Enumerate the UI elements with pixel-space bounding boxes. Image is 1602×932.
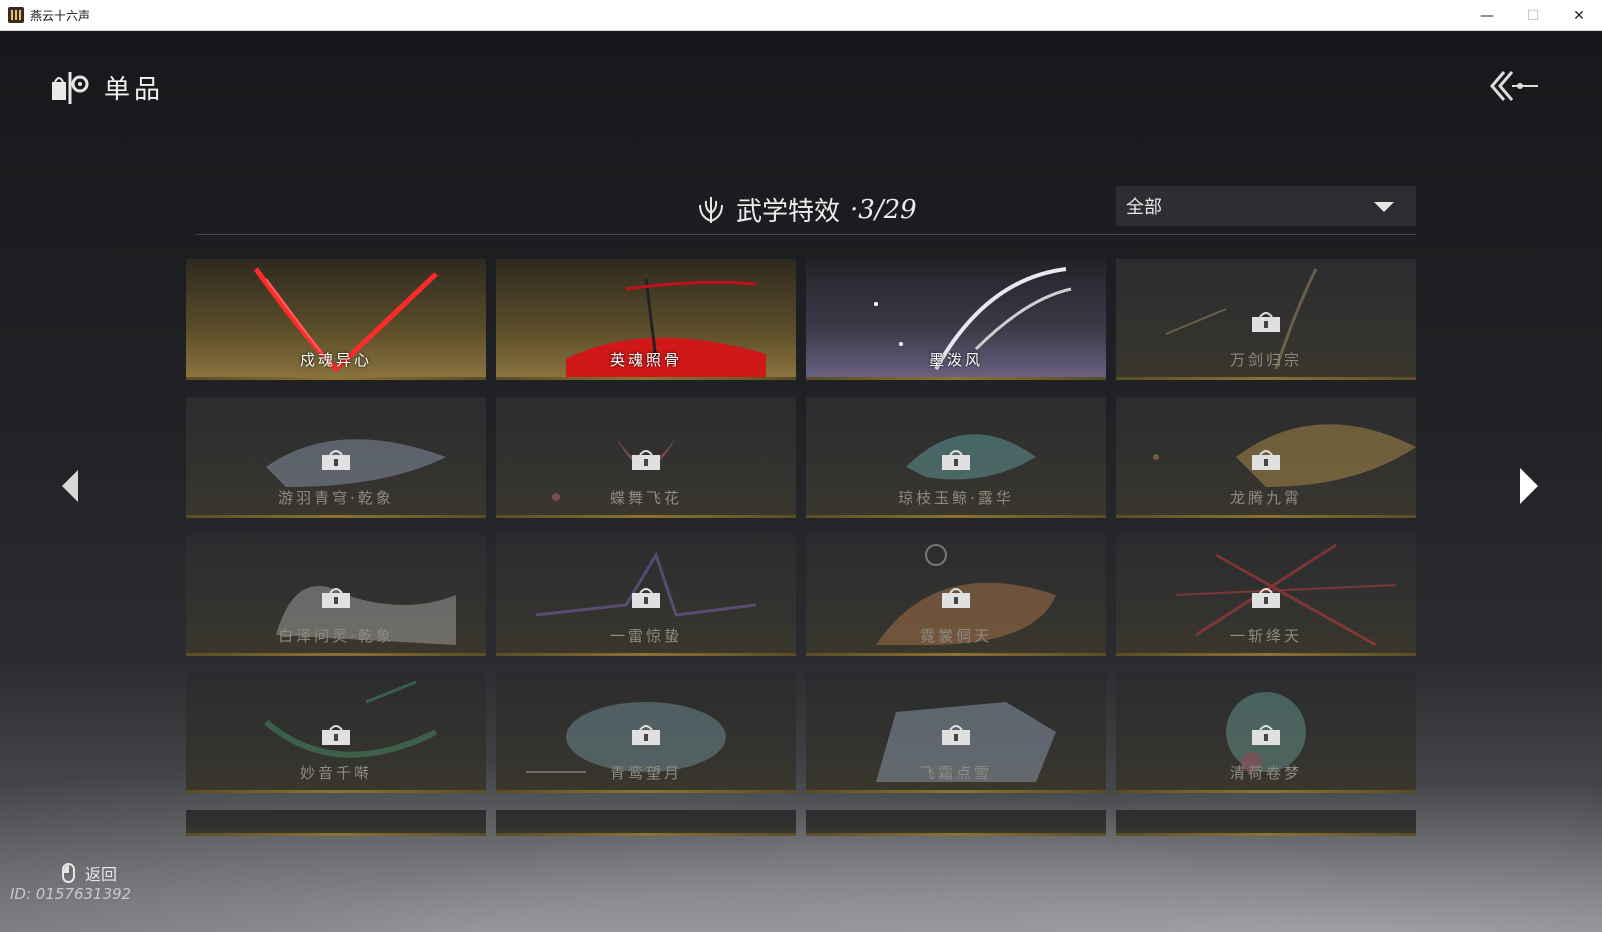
effects-grid: 戍魂异心 英魂照骨 墨泼风 万剑归宗游羽青穹·乾象 蝶舞飞花 琼枝玉鲸·露华 龙腾九霄白泽问… (186, 259, 1416, 843)
effect-card[interactable]: 戍魂异心 (186, 259, 486, 380)
effect-card[interactable]: 游羽青穹·乾象 (186, 396, 486, 518)
effect-name: 龙腾九霄 (1229, 488, 1302, 507)
effect-name: 琼枝玉鲸·露华 (898, 488, 1014, 507)
effect-name: 妙音千啭 (299, 764, 372, 783)
mouse-left-click-icon (62, 863, 75, 883)
effect-card-partial[interactable] (1116, 810, 1416, 837)
effect-card[interactable]: 霓裳侗天 (806, 534, 1106, 656)
effect-name: 霓裳侗天 (919, 626, 992, 645)
section-title: 武学特效 ·3/29 (696, 191, 917, 228)
filter-dropdown[interactable]: 全部 (1116, 186, 1416, 226)
item-shop-icon (52, 71, 89, 104)
effect-card[interactable]: 白泽问灵·乾象 (186, 534, 486, 656)
window-title: 燕云十六声 (30, 8, 91, 23)
effect-name: 清荷卷梦 (1229, 764, 1302, 783)
lock-icon (1252, 587, 1280, 608)
lock-icon (632, 587, 660, 608)
effect-card-partial[interactable] (806, 810, 1106, 837)
lock-icon (322, 725, 350, 746)
effect-card[interactable]: 青鸾望月 (496, 672, 796, 794)
effect-name: 游羽青穹·乾象 (278, 488, 394, 507)
lotus-emblem-icon (699, 196, 723, 223)
arrow-right-icon[interactable] (1516, 466, 1540, 506)
page-header: 单品 (50, 69, 164, 106)
effect-name: 英魂照骨 (609, 351, 682, 369)
effect-name: 一斩绛天 (1229, 626, 1302, 645)
effect-card[interactable]: 清荷卷梦 (1116, 672, 1416, 794)
effect-name: 万剑归宗 (1229, 351, 1302, 369)
player-id: ID: 0157631392 (10, 885, 132, 903)
minimize-button[interactable]: — (1464, 0, 1510, 31)
effect-card[interactable]: 一斩绛天 (1116, 534, 1416, 656)
filter-selected-value: 全部 (1126, 197, 1162, 218)
back-hint-label: 返回 (85, 865, 118, 884)
effect-card[interactable]: 一雷惊蛰 (496, 534, 796, 656)
lock-icon (1252, 312, 1280, 332)
lock-icon (632, 725, 660, 746)
back-arrow-icon[interactable] (1490, 69, 1540, 103)
effect-name: 蝶舞飞花 (609, 488, 682, 507)
lock-icon (322, 449, 350, 470)
effect-card[interactable]: 英魂照骨 (496, 259, 796, 380)
effect-card[interactable]: 龙腾九霄 (1116, 396, 1416, 518)
effect-name: 白泽问灵·乾象 (278, 626, 394, 645)
game-screen: 单品 武学特效 ·3/29 全部 戍魂异心 英魂照骨 墨泼风 万剑归宗游羽青穹·乾象 蝶舞… (0, 31, 1602, 932)
effect-card[interactable]: 琼枝玉鲸·露华 (806, 396, 1106, 518)
effect-name: 飞霜点雪 (919, 764, 992, 783)
unlocked-count: ·3/29 (850, 194, 917, 225)
page-title: 单品 (104, 75, 165, 105)
lock-icon (942, 725, 970, 746)
maximize-button[interactable]: ☐ (1510, 0, 1556, 31)
effect-card[interactable]: 妙音千啭 (186, 672, 486, 794)
lock-icon (632, 449, 660, 470)
effect-name: 戍魂异心 (299, 351, 372, 369)
effect-card[interactable]: 蝶舞飞花 (496, 396, 796, 518)
effect-card-partial[interactable] (186, 810, 486, 837)
lock-icon (1252, 449, 1280, 470)
effect-name: 一雷惊蛰 (609, 626, 682, 645)
arrow-left-icon[interactable] (58, 466, 82, 506)
back-hint[interactable]: 返回 (62, 861, 117, 885)
window-titlebar: 燕云十六声 — ☐ ✕ (0, 0, 1602, 31)
lock-icon (1252, 725, 1280, 746)
close-button[interactable]: ✕ (1556, 0, 1602, 31)
lock-icon (322, 587, 350, 608)
chevron-down-icon (1374, 202, 1394, 212)
lock-icon (942, 449, 970, 470)
effect-card-partial[interactable] (496, 810, 796, 837)
effect-card[interactable]: 飞霜点雪 (806, 672, 1106, 794)
app-logo-icon (8, 7, 24, 23)
effect-name: 墨泼风 (928, 351, 983, 369)
effect-name: 青鸾望月 (609, 764, 682, 783)
section-title-text: 武学特效 (736, 197, 841, 227)
effect-card[interactable]: 墨泼风 (806, 259, 1106, 380)
effect-card[interactable]: 万剑归宗 (1116, 259, 1416, 380)
section-header: 武学特效 ·3/29 全部 (196, 181, 1416, 235)
lock-icon (942, 587, 970, 608)
